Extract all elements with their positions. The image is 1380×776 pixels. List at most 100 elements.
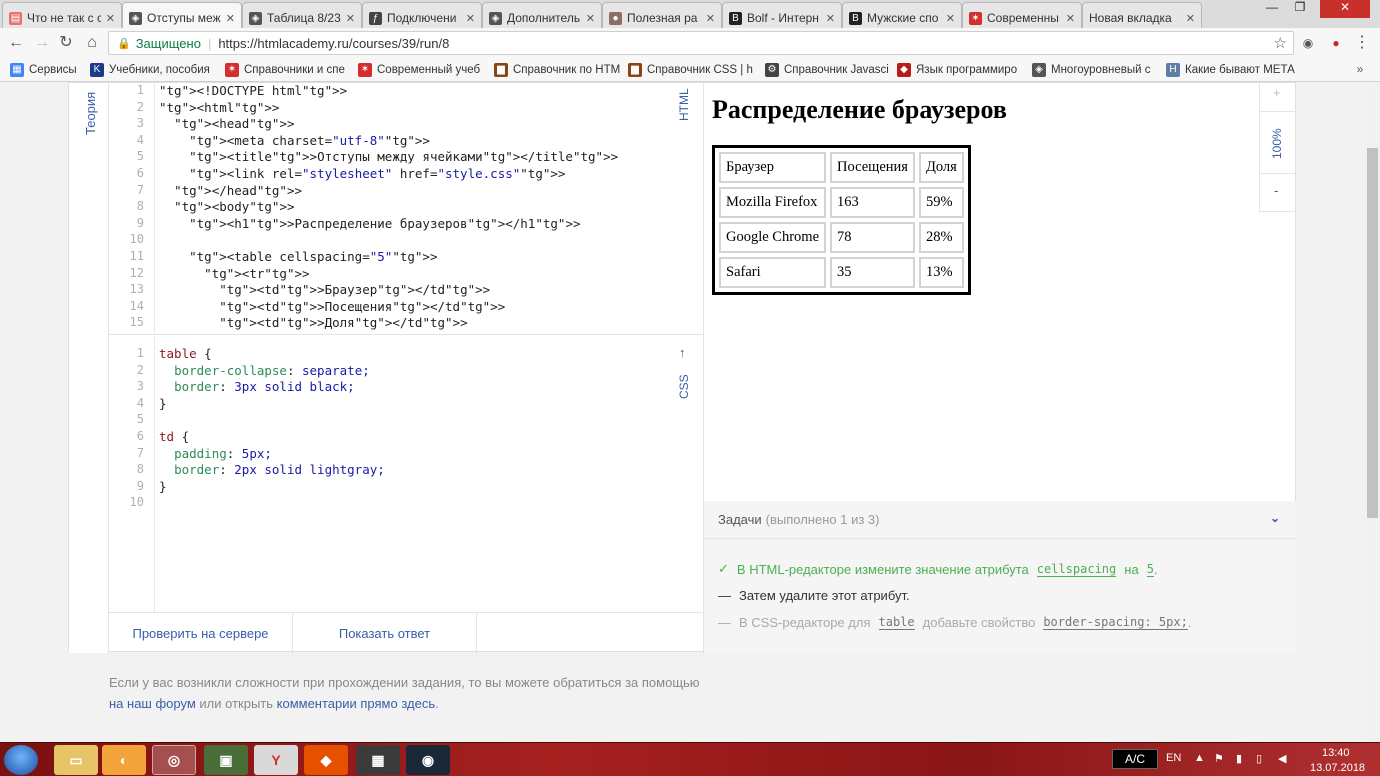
code-line[interactable]: "tg"><table cellspacing="5""tg">> [159,249,437,264]
close-window-button[interactable]: ✕ [1320,0,1370,18]
browser-tab[interactable]: B Bolf - Интерн ✕ [722,2,842,28]
forward-icon[interactable]: → [32,34,52,52]
code-line[interactable]: td { [159,429,189,444]
tray-arrow-icon[interactable]: ▲ [1194,752,1205,764]
clock-time[interactable]: 13:40 [1322,747,1350,759]
code-line[interactable]: "tg"><meta charset="utf-8""tg">> [159,133,430,148]
forum-link[interactable]: на наш форум [109,696,196,711]
bookmark-item[interactable]: ◈ Многоуровневый с [1032,63,1151,77]
code-line[interactable]: table { [159,346,212,361]
extension-icon[interactable]: ◉ [1298,34,1318,52]
html-editor[interactable]: 1 2 3 4 5 6 7 8 9 10 11 12 13 14 15 "tg"><!DOCTYPE htm… [109,83,703,335]
volume-icon[interactable]: ◀ [1278,752,1286,765]
close-tab-icon[interactable]: ✕ [946,12,955,25]
arrow-up-icon[interactable]: ↑ [679,345,686,360]
chrome-icon[interactable]: ◎ [152,745,196,775]
code-line[interactable]: "tg"><td"tg">>Посещения"tg"></td"tg">> [159,299,505,314]
bookmark-item[interactable]: K Учебники, пособия [90,63,210,77]
browser-tab[interactable]: ● Полезная ра ✕ [602,2,722,28]
media-icon[interactable]: ◐ [102,745,146,775]
comments-link[interactable]: комментарии прямо здесь [277,696,435,711]
code-line[interactable]: "tg"><td"tg">>Браузер"tg"></td"tg">> [159,282,490,297]
zoom-out-button[interactable]: - [1274,183,1278,198]
profile-icon[interactable]: ● [1326,34,1346,52]
close-tab-icon[interactable]: ✕ [226,12,235,25]
code-line[interactable]: "tg"><link rel="stylesheet" href="style.… [159,166,565,181]
browser-tab[interactable]: ◈ Таблица 8/23 ✕ [242,2,362,28]
home-icon[interactable]: ⌂ [82,34,102,52]
steam-icon[interactable]: ◉ [406,745,450,775]
address-bar[interactable]: 🔒 Защищено | https://htmlacademy.ru/cour… [108,31,1294,55]
line-number: 1 [136,83,144,97]
battery-icon[interactable]: ▯ [1256,752,1262,765]
code-line[interactable]: "tg"><body"tg">> [159,199,294,214]
browser-tab[interactable]: Новая вкладка ✕ [1082,2,1202,28]
bookmark-item[interactable]: ▦ Сервисы [10,63,77,77]
browser-tab[interactable]: ƒ Подключени ✕ [362,2,482,28]
code-line[interactable]: "tg"><tr"tg">> [159,266,309,281]
code-line[interactable]: padding: 5px; [159,446,272,461]
browser-tab[interactable]: B Мужские спо ✕ [842,2,962,28]
flag-icon[interactable]: ⚑ [1214,752,1224,765]
tasks-header[interactable]: Задачи (выполнено 1 из 3) ⌄ [704,501,1298,539]
browser-tab[interactable]: ◈ Отступы меж ✕ [122,2,242,28]
css-editor[interactable]: 1 2 3 4 5 6 7 8 9 10 table { border-collapse: sep… [109,336,703,612]
code-line[interactable]: } [159,396,167,411]
minimize-button[interactable]: — [1258,0,1286,18]
close-tab-icon[interactable]: ✕ [826,12,835,25]
check-button[interactable]: Проверить на сервере [109,613,293,653]
back-icon[interactable]: ← [6,34,26,52]
start-button[interactable] [4,745,38,775]
code-line[interactable]: "tg"><h1"tg">>Распределение браузеров"tg… [159,216,580,231]
clock-date[interactable]: 13.07.2018 [1310,762,1365,774]
close-tab-icon[interactable]: ✕ [106,12,115,25]
zoom-in-button[interactable]: + [1273,85,1281,100]
bookmark-item[interactable]: ✶ Современный учеб [358,63,480,77]
close-tab-icon[interactable]: ✕ [706,12,715,25]
code-line[interactable]: "tg"></tr"tg">> [159,332,317,334]
charts-app-icon[interactable]: ▦ [356,745,400,775]
code-line[interactable]: "tg"><title"tg">>Отступы между ячейками"… [159,149,618,164]
keyboard-indicator[interactable]: A/C [1112,749,1158,769]
code-line[interactable]: } [159,479,167,494]
close-tab-icon[interactable]: ✕ [1186,12,1195,25]
bookmark-item[interactable]: H Какие бывают МЕТА [1166,63,1295,77]
collapse-icon[interactable]: ⌄ [1270,511,1280,525]
code-line[interactable]: border-collapse: separate; [159,363,370,378]
maximize-button[interactable]: ❐ [1286,0,1314,18]
theory-link[interactable]: Теория [83,92,98,135]
show-answer-button[interactable]: Показать ответ [293,613,477,653]
bookmark-item[interactable]: ⚙ Справочник Javasci [765,63,889,77]
star-icon[interactable]: ☆ [1274,34,1287,52]
code-line[interactable]: "tg"></head"tg">> [159,183,302,198]
yandex-icon[interactable]: Y [254,745,298,775]
code-line[interactable]: "tg"><head"tg">> [159,116,294,131]
shield-icon: ◈ [489,11,502,25]
close-tab-icon[interactable]: ✕ [466,12,475,25]
browser-tab[interactable]: ✶ Современны ✕ [962,2,1082,28]
close-tab-icon[interactable]: ✕ [586,12,595,25]
bookmark-item[interactable]: ▆ Справочник CSS | h [628,63,753,77]
app-icon[interactable]: ▣ [204,745,248,775]
code-line[interactable]: border: 3px solid black; [159,379,355,394]
page-scrollbar[interactable] [1365,84,1380,742]
browser-tab[interactable]: ◈ Дополнитель ✕ [482,2,602,28]
close-tab-icon[interactable]: ✕ [346,12,355,25]
browser-tab[interactable]: ▤ Что не так с с ✕ [2,2,122,28]
code-line[interactable]: "tg"><!DOCTYPE html"tg">> [159,83,347,98]
code-line[interactable]: border: 2px solid lightgray; [159,462,385,477]
network-icon[interactable]: ▮ [1236,752,1242,765]
brackets-icon[interactable]: ◆ [304,745,348,775]
close-tab-icon[interactable]: ✕ [1066,12,1075,25]
reload-icon[interactable]: ↻ [56,34,76,52]
more-bookmarks-icon[interactable]: » [1350,60,1370,78]
code-line[interactable]: "tg"><html"tg">> [159,100,279,115]
code-line[interactable]: "tg"><td"tg">>Доля"tg"></td"tg">> [159,315,467,330]
page-scroll-thumb[interactable] [1367,148,1378,518]
language-indicator[interactable]: EN [1166,752,1181,764]
bookmark-item[interactable]: ✶ Справочники и спе [225,63,345,77]
explorer-icon[interactable]: ▭ [54,745,98,775]
bookmark-item[interactable]: ▆ Справочник по HTM [494,63,620,77]
menu-icon[interactable]: ⋮ [1352,34,1372,52]
bookmark-item[interactable]: ◆ Язык программиро [897,63,1017,77]
